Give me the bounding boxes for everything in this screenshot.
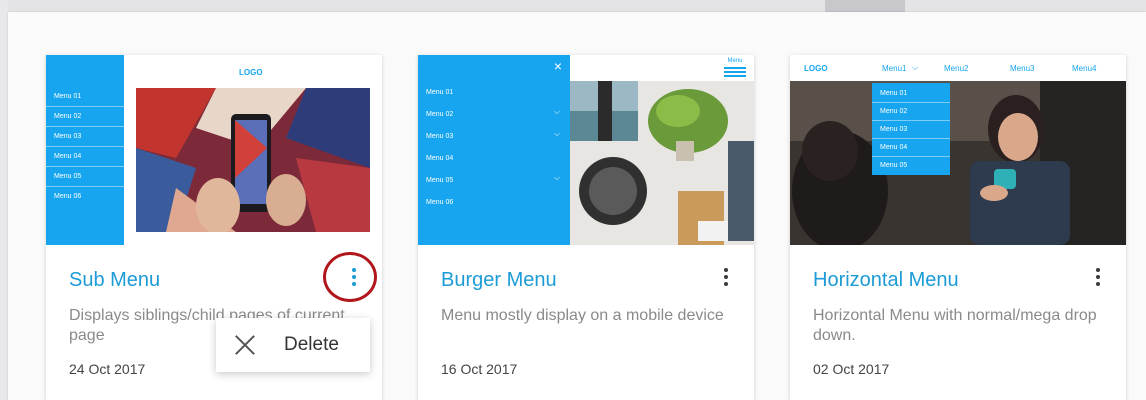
preview-nav-item: Menu3 (1010, 64, 1035, 73)
card-title[interactable]: Horizontal Menu (813, 269, 959, 292)
chevron-down-icon: ⌵ (553, 173, 560, 182)
dropdown-preview: Menu 01 Menu 02 Menu 03 Menu 04 Menu 05 (872, 83, 950, 175)
more-options-icon[interactable] (715, 263, 737, 291)
burger-menu-panel: × Menu 01 Menu 02 ⌵ Menu 03 ⌵ Menu 04 Me… (418, 55, 570, 245)
preview-menu-item: Menu 03 (46, 127, 124, 147)
preview-menu-item: Menu 05 (46, 167, 124, 187)
card-preview-horizontal-menu: LOGO Menu1 ⌵ Menu2 Menu3 Menu4 Menu 01 M… (790, 55, 1126, 245)
preview-photo-phone (136, 88, 370, 232)
preview-nav-item: Menu4 (1072, 64, 1097, 73)
more-options-icon[interactable] (1087, 263, 1109, 291)
sidebar-preview: Menu 01 Menu 02 Menu 03 Menu 04 Menu 05 … (46, 55, 124, 245)
chevron-down-icon: ⌵ (912, 63, 919, 72)
top-tab (825, 0, 905, 12)
chevron-down-icon: ⌵ (553, 129, 560, 138)
card-date: 02 Oct 2017 (813, 361, 890, 377)
chevron-down-icon: ⌵ (553, 107, 560, 116)
delete-menu-item[interactable]: Delete (216, 318, 370, 372)
preview-menu-item: Menu 04 (426, 155, 454, 162)
card-date: 16 Oct 2017 (441, 361, 518, 377)
template-card-burger-menu[interactable]: × Menu 01 Menu 02 ⌵ Menu 03 ⌵ Menu 04 Me… (418, 55, 754, 400)
preview-menu-item: Menu 01 (46, 87, 124, 107)
preview-menu-item: Menu 01 (426, 89, 454, 96)
preview-logo: LOGO (239, 68, 263, 77)
preview-nav-item: Menu1 (882, 64, 907, 73)
preview-menu-item: Menu 02 (426, 111, 454, 118)
preview-menu-item: Menu 06 (426, 199, 454, 206)
preview-menu-item: Menu 05 (426, 177, 454, 184)
preview-menu-item: Menu 02 (46, 107, 124, 127)
page-left-edge (0, 0, 8, 400)
preview-menu-item: Menu 03 (426, 133, 454, 140)
preview-logo: LOGO (804, 64, 828, 73)
preview-menu-item: Menu 06 (54, 193, 82, 200)
template-card-horizontal-menu[interactable]: LOGO Menu1 ⌵ Menu2 Menu3 Menu4 Menu 01 M… (790, 55, 1126, 400)
delete-label: Delete (284, 334, 339, 355)
preview-photo-desk (568, 81, 754, 245)
card-preview-burger-menu: × Menu 01 Menu 02 ⌵ Menu 03 ⌵ Menu 04 Me… (418, 55, 754, 245)
close-icon (232, 332, 258, 358)
close-icon: × (553, 58, 562, 74)
card-title[interactable]: Sub Menu (69, 269, 160, 292)
card-date: 24 Oct 2017 (69, 361, 146, 377)
card-title[interactable]: Burger Menu (441, 269, 557, 292)
card-description: Horizontal Menu with normal/mega drop do… (813, 307, 1097, 344)
preview-menu-item: Menu 04 (46, 147, 124, 167)
hamburger-icon: Menu (724, 58, 746, 79)
preview-menu-item: Menu 03 (872, 121, 950, 139)
preview-menu-item: Menu 02 (872, 103, 950, 121)
card-description: Menu mostly display on a mobile device (441, 307, 724, 324)
preview-menu-item: Menu 01 (872, 85, 950, 103)
preview-nav-item: Menu2 (944, 64, 969, 73)
highlight-ring (323, 252, 377, 302)
hamburger-label: Menu (727, 58, 743, 64)
preview-photo-cafe (790, 81, 1126, 245)
preview-menu-item: Menu 05 (880, 162, 908, 169)
preview-menu-item: Menu 04 (872, 139, 950, 157)
card-preview-sub-menu: Menu 01 Menu 02 Menu 03 Menu 04 Menu 05 … (46, 55, 382, 245)
